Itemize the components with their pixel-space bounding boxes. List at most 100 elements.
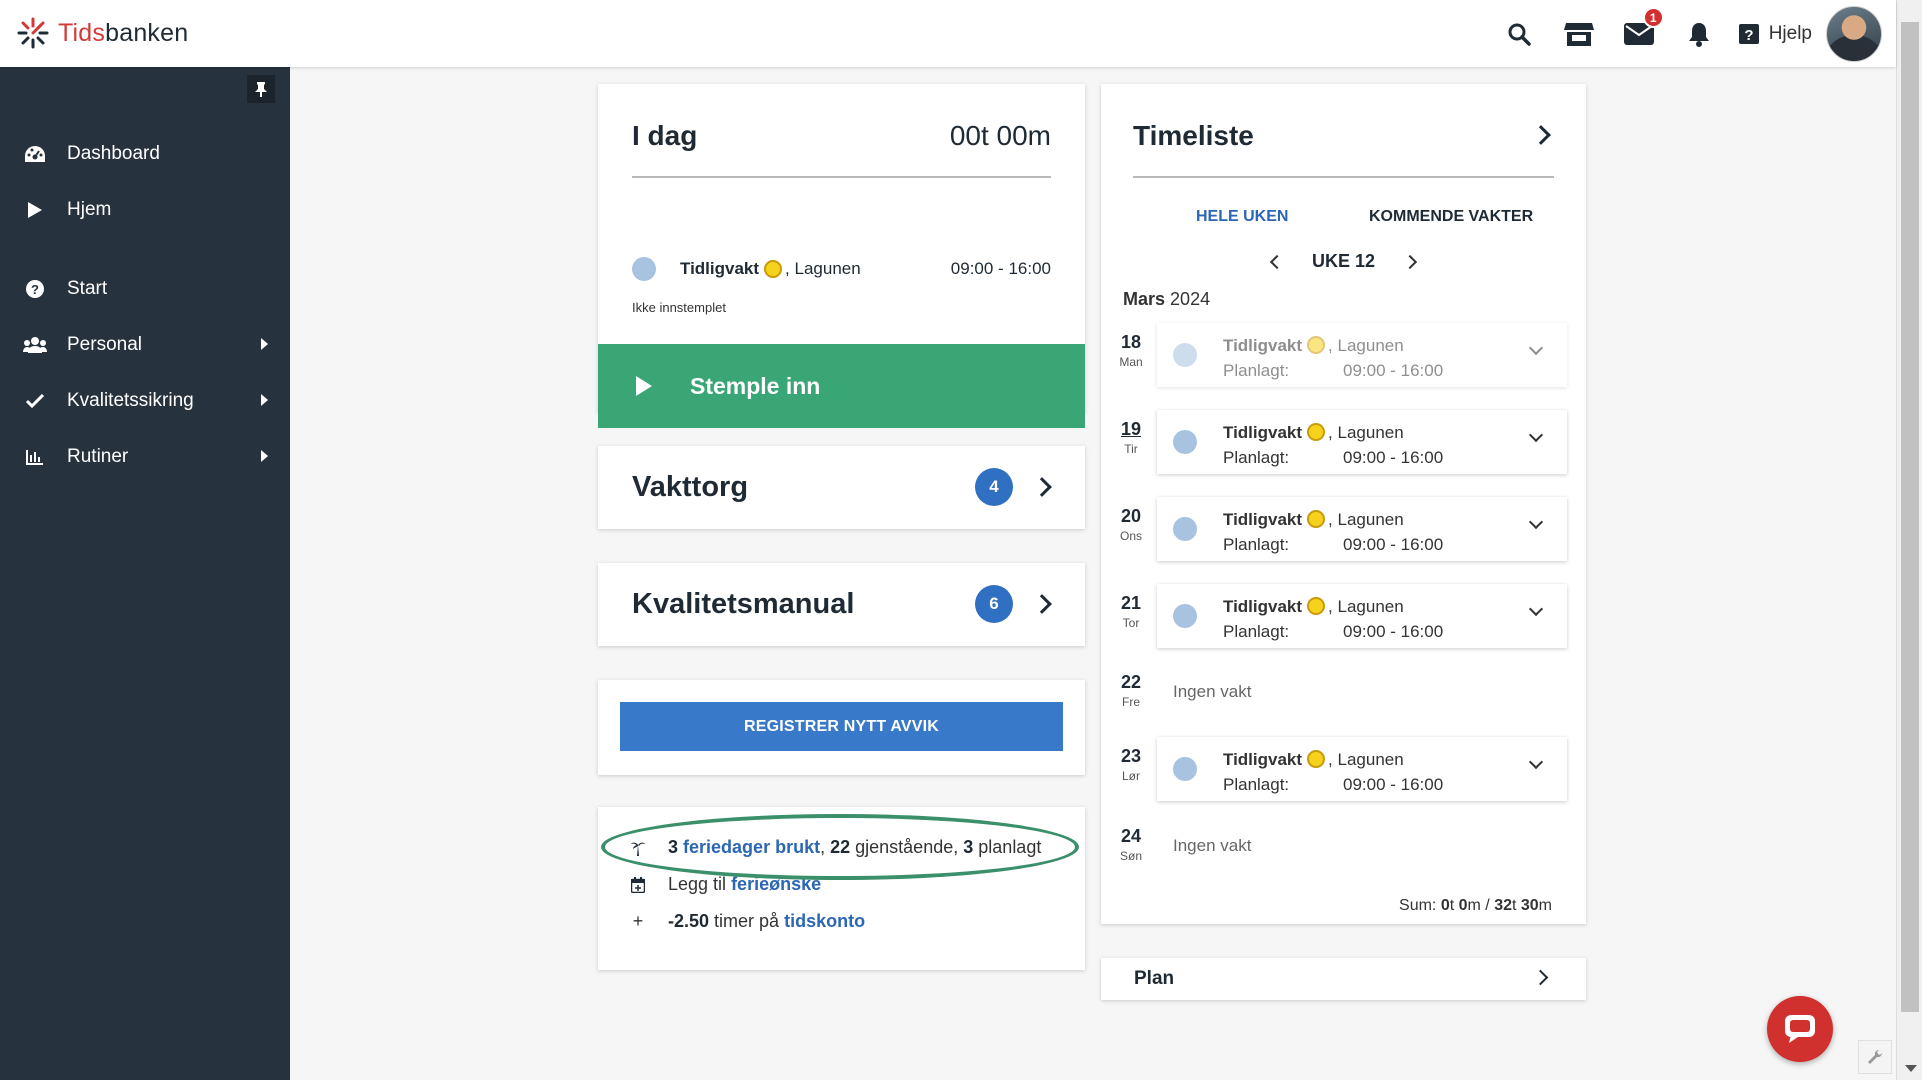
expand-chevron-icon[interactable]: [1528, 754, 1544, 770]
sun-icon: [1307, 510, 1326, 528]
tab-hele-uken[interactable]: HELE UKEN: [1196, 208, 1288, 226]
time-account-row: + -2.50 timer på tidskonto: [628, 911, 865, 932]
question-square-icon: ?: [1738, 23, 1759, 44]
top-bar: Tidsbanken 1 ? Hjelp: [0, 0, 1896, 67]
user-avatar[interactable]: [1826, 5, 1882, 62]
help-button[interactable]: ? Hjelp: [1729, 0, 1826, 67]
shift-name: Tidligvakt: [680, 259, 760, 278]
chat-bubble-icon: [1785, 1015, 1815, 1043]
expand-chevron-icon[interactable]: [1528, 340, 1544, 356]
week-navigator: UKE 12: [1101, 251, 1586, 272]
question-circle-icon: ?: [22, 280, 48, 298]
day-label: 21 Tor: [1120, 593, 1142, 630]
sidebar-item-label: Kvalitetssikring: [67, 390, 194, 411]
plan-card[interactable]: Plan: [1101, 958, 1586, 1000]
shift-card[interactable]: Tidligvakt, Lagunen Planlagt: 09:00 - 16…: [1157, 737, 1567, 801]
sun-icon: [1307, 336, 1326, 354]
sidebar-item-label: Personal: [67, 334, 142, 355]
chat-button[interactable]: [1767, 996, 1833, 1062]
bar-chart-icon: [22, 449, 48, 465]
timesheet-open-chevron-icon[interactable]: [1531, 125, 1551, 145]
divider: [1133, 176, 1554, 178]
store-button[interactable]: [1549, 0, 1609, 67]
timesheet-sum: Sum: 0t 0m / 32t 30m: [1399, 897, 1552, 914]
month-label: Mars 2024: [1123, 289, 1211, 309]
chevron-right-icon: [1032, 477, 1052, 497]
wrench-icon: [1868, 1049, 1883, 1064]
today-card: I dag 00t 00m Tidligvakt , Lagunen 09:00…: [598, 84, 1085, 428]
no-shift-label: Ingen vakt: [1173, 682, 1252, 701]
store-icon: [1563, 22, 1594, 46]
expand-chevron-icon[interactable]: [1528, 427, 1544, 443]
sidebar-item-rutiner[interactable]: Rutiner: [0, 435, 290, 479]
previous-week-chevron-icon[interactable]: [1269, 254, 1285, 269]
tidsbanken-logo[interactable]: Tidsbanken: [16, 16, 188, 50]
no-shift-label: Ingen vakt: [1173, 836, 1252, 855]
day-label: 19 Tir: [1120, 419, 1142, 456]
sidebar-item-kvalitetssikring[interactable]: Kvalitetssikring: [0, 379, 290, 423]
next-week-chevron-icon[interactable]: [1402, 254, 1418, 269]
scroll-down-arrow-icon[interactable]: [1905, 1065, 1917, 1072]
expand-chevron-icon[interactable]: [1528, 514, 1544, 530]
vakttorg-card[interactable]: Vakttorg 4: [598, 446, 1085, 529]
sun-icon: [764, 260, 783, 278]
day-label: 24 Søn: [1119, 826, 1142, 863]
sidebar-item-label: Rutiner: [67, 446, 129, 467]
sidebar-item-label: Start: [67, 278, 108, 299]
today-title: I dag: [632, 120, 698, 151]
stamp-in-label: Stemple inn: [690, 372, 821, 399]
help-label: Hjelp: [1768, 22, 1812, 44]
kvalitetsmanual-title: Kvalitetsmanual: [632, 588, 855, 620]
messages-button[interactable]: 1: [1609, 0, 1669, 67]
today-shift[interactable]: Tidligvakt , Lagunen 09:00 - 16:00: [632, 257, 1051, 281]
register-deviation-button[interactable]: REGISTRER NYTT AVVIK: [620, 702, 1063, 751]
messages-badge: 1: [1642, 7, 1664, 28]
calendar-plus-icon: [628, 876, 648, 893]
day-label: 23 Lør: [1120, 746, 1142, 783]
pin-sidebar-button[interactable]: [247, 75, 275, 103]
debug-wrench-button[interactable]: [1858, 1040, 1892, 1074]
sun-icon: [1307, 597, 1326, 615]
shift-color-dot: [1173, 430, 1197, 454]
search-button[interactable]: [1489, 0, 1549, 67]
chevron-right-icon: [1532, 969, 1549, 986]
expand-chevron-icon[interactable]: [1528, 601, 1544, 617]
shift-card[interactable]: Tidligvakt, Lagunen Planlagt: 09:00 - 16…: [1157, 584, 1567, 648]
shift-location: Lagunen: [794, 259, 861, 278]
sidebar-item-dashboard[interactable]: Dashboard: [0, 132, 290, 176]
tab-kommende-vakter[interactable]: KOMMENDE VAKTER: [1369, 208, 1533, 226]
vakttorg-title: Vakttorg: [632, 471, 749, 503]
stamp-in-button[interactable]: Stemple inn: [598, 344, 1085, 428]
day-label: 18 Man: [1119, 332, 1143, 369]
shift-card[interactable]: Tidligvakt, Lagunen Planlagt: 09:00 - 16…: [1157, 323, 1567, 387]
page-scrollbar[interactable]: [1896, 0, 1922, 1080]
play-icon: [22, 201, 48, 219]
play-icon: [636, 376, 652, 396]
sun-icon: [1307, 423, 1326, 441]
check-icon: [22, 394, 48, 408]
svg-text:?: ?: [31, 282, 39, 297]
shift-card[interactable]: Tidligvakt, Lagunen Planlagt: 09:00 - 16…: [1157, 497, 1567, 561]
sidebar-item-personal[interactable]: Personal: [0, 323, 290, 367]
caret-right-icon: [261, 394, 268, 406]
timesheet-card: Timeliste HELE UKEN KOMMENDE VAKTER UKE …: [1101, 84, 1586, 924]
gauge-icon: [22, 145, 48, 163]
kvalitetsmanual-card[interactable]: Kvalitetsmanual 6: [598, 563, 1085, 646]
sidebar-item-start[interactable]: ? Start: [0, 267, 290, 311]
logo-text: Tidsbanken: [58, 18, 189, 47]
sidebar-item-hjem[interactable]: Hjem: [0, 188, 290, 232]
vakttorg-count-badge: 4: [975, 468, 1013, 506]
logo-burst-icon: [17, 17, 49, 49]
shift-color-dot: [632, 257, 656, 281]
notifications-button[interactable]: [1669, 0, 1729, 67]
users-icon: [22, 337, 48, 353]
shift-card[interactable]: Tidligvakt, Lagunen Planlagt: 09:00 - 16…: [1157, 410, 1567, 474]
shift-color-dot: [1173, 343, 1197, 367]
time-account-value: -2.50: [668, 911, 710, 931]
scrollbar-thumb[interactable]: [1901, 22, 1919, 1012]
time-account-link[interactable]: tidskonto: [784, 911, 865, 932]
day-label: 22 Fre: [1120, 672, 1142, 709]
bell-icon: [1688, 22, 1709, 47]
shift-color-dot: [1173, 757, 1197, 781]
sidebar: Dashboard Hjem ? Start Personal Kvalitet…: [0, 67, 290, 1080]
